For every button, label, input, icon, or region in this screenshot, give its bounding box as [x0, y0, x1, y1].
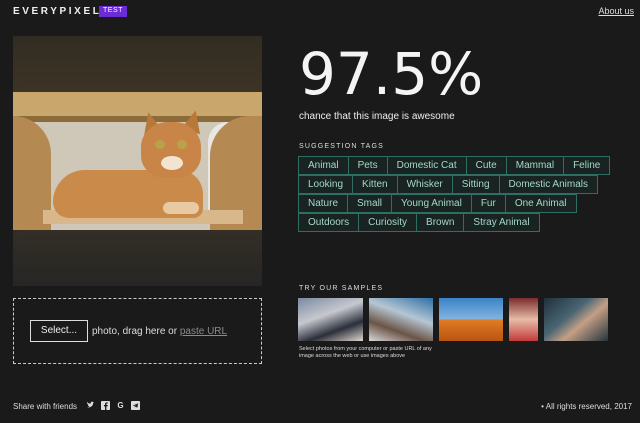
sample-image-couple[interactable]: [544, 298, 608, 341]
about-us-link[interactable]: About us: [598, 6, 634, 16]
logo[interactable]: EVERYPIXEL: [13, 6, 101, 17]
top-bar: EVERYPIXEL TEST About us: [0, 0, 640, 24]
samples-title: TRY OUR SAMPLES: [299, 285, 384, 292]
tag-mammal[interactable]: Mammal: [505, 156, 565, 175]
tag-nature[interactable]: Nature: [298, 194, 349, 213]
sample-images: [298, 298, 614, 341]
social-links: G: [86, 401, 146, 410]
paste-url-link[interactable]: paste URL: [180, 326, 227, 337]
awesomeness-percentage: 97.5%: [299, 40, 484, 108]
tag-row: Nature Small Young Animal Fur One Animal: [298, 194, 628, 213]
uploaded-photo: [13, 92, 262, 230]
share-label: Share with friends: [13, 402, 78, 411]
twitter-icon[interactable]: [86, 401, 95, 410]
samples-hint: Select photos from your computer or past…: [299, 346, 432, 359]
tag-domestic-cat[interactable]: Domestic Cat: [386, 156, 467, 175]
tag-pets[interactable]: Pets: [347, 156, 388, 175]
select-file-button[interactable]: Select...: [30, 320, 88, 342]
sample-image-desert[interactable]: [439, 298, 503, 341]
tag-feline[interactable]: Feline: [563, 156, 611, 175]
uploaded-photo-area: [13, 36, 262, 286]
upload-text: photo, drag here or: [92, 326, 178, 337]
test-badge: TEST: [99, 6, 127, 17]
suggestion-tags-title: SUGGESTION TAGS: [299, 143, 385, 150]
cat-muzzle: [161, 156, 183, 170]
upload-instructions: photo, drag here or paste URL: [92, 326, 227, 337]
tag-animal[interactable]: Animal: [298, 156, 349, 175]
sample-image-girl[interactable]: [509, 298, 538, 341]
tag-whisker[interactable]: Whisker: [396, 175, 453, 194]
tag-curiosity[interactable]: Curiosity: [358, 213, 418, 232]
sample-image-office[interactable]: [369, 298, 433, 341]
copyright-text: All rights reserved, 2017: [545, 402, 632, 411]
tag-one-animal[interactable]: One Animal: [504, 194, 577, 213]
tag-outdoors[interactable]: Outdoors: [298, 213, 360, 232]
tag-row: Outdoors Curiosity Brown Stray Animal: [298, 213, 628, 232]
telegram-icon[interactable]: [131, 401, 140, 410]
google-icon[interactable]: G: [116, 401, 125, 410]
tag-brown[interactable]: Brown: [416, 213, 465, 232]
sample-image-business-people[interactable]: [298, 298, 363, 341]
copyright: • All rights reserved, 2017: [541, 402, 632, 411]
shelf-top: [13, 92, 262, 116]
tag-domestic-animals[interactable]: Domestic Animals: [498, 175, 598, 194]
tag-small[interactable]: Small: [347, 194, 393, 213]
tag-looking[interactable]: Looking: [298, 175, 354, 194]
tag-sitting[interactable]: Sitting: [451, 175, 500, 194]
tag-row: Animal Pets Domestic Cat Cute Mammal Feline: [298, 156, 628, 175]
suggestion-tags: Animal Pets Domestic Cat Cute Mammal Feline Lo…: [298, 156, 628, 232]
tag-kitten[interactable]: Kitten: [352, 175, 398, 194]
cat-eye-left: [155, 140, 165, 149]
tag-row: Looking Kitten Whisker Sitting Domestic Anim…: [298, 175, 628, 194]
cat-eye-right: [177, 140, 187, 149]
tag-young-animal[interactable]: Young Animal: [391, 194, 472, 213]
upload-dropzone[interactable]: Select... photo, drag here or paste URL: [13, 298, 262, 364]
awesomeness-caption: chance that this image is awesome: [299, 111, 455, 122]
tag-cute[interactable]: Cute: [465, 156, 507, 175]
facebook-icon[interactable]: [101, 401, 110, 410]
tag-fur[interactable]: Fur: [470, 194, 506, 213]
tag-stray-animal[interactable]: Stray Animal: [463, 213, 540, 232]
cat-paw: [163, 202, 199, 214]
shelf-edge: [13, 116, 262, 122]
